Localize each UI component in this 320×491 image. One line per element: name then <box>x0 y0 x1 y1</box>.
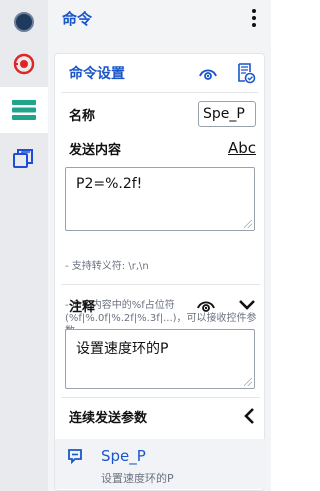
panel-header: 命令 <box>48 0 271 36</box>
card-header: 命令设置 <box>55 54 264 92</box>
document-check-icon[interactable] <box>236 62 256 84</box>
send-content-textarea[interactable]: P2=%.2f! <box>65 167 255 231</box>
panel-title: 命令 <box>62 9 93 28</box>
comment-eye-icon[interactable] <box>196 297 216 313</box>
status-dot-icon <box>14 12 34 32</box>
record-target-icon <box>13 53 35 75</box>
comment-textarea[interactable]: 设置速度环的P <box>65 329 255 389</box>
preview-eye-icon[interactable] <box>198 65 218 81</box>
copy-windows-icon <box>13 149 33 168</box>
resize-grip-icon[interactable] <box>244 220 252 228</box>
rail-item-status[interactable] <box>0 0 48 44</box>
comment-label: 注释 <box>69 299 96 315</box>
rail-item-windows[interactable] <box>0 136 48 180</box>
param-list-item[interactable]: Spe_P 设置速度环的P <box>55 439 266 489</box>
comment-value: 设置速度环的P <box>76 341 169 357</box>
resize-grip-icon[interactable] <box>244 378 252 386</box>
command-panel: 命令 命令设置 名称 Spe_P 发送内容 Abc P2=%.2f! - 支持转… <box>48 0 271 491</box>
param-name: Spe_P <box>101 447 146 465</box>
card-title: 命令设置 <box>69 66 125 82</box>
more-options-icon[interactable] <box>249 9 259 27</box>
command-settings-card: 命令设置 名称 发送内容 <box>54 53 266 491</box>
comment-row: 注释 <box>55 292 266 318</box>
side-rail <box>0 0 48 491</box>
send-content-label: 发送内容 <box>69 142 122 158</box>
chevron-down-icon[interactable] <box>238 299 256 311</box>
name-row: 名称 <box>55 100 266 128</box>
chevron-left-icon[interactable] <box>242 407 256 425</box>
send-content-value: P2=%.2f! <box>76 176 143 192</box>
name-field[interactable] <box>198 101 256 127</box>
rail-item-commands[interactable] <box>0 87 48 133</box>
hint-line-1: - 支持转义符: \r,\n <box>65 261 149 272</box>
continuous-label: 连续发送参数 <box>69 410 148 426</box>
send-row: 发送内容 Abc <box>55 136 266 160</box>
rail-item-record[interactable] <box>0 42 48 86</box>
message-icon <box>68 449 82 464</box>
continuous-row: 连续发送参数 <box>55 402 266 430</box>
list-icon <box>12 100 36 120</box>
name-label: 名称 <box>69 108 96 124</box>
param-description: 设置速度环的P <box>101 472 174 485</box>
text-format-toggle[interactable]: Abc <box>228 139 256 157</box>
